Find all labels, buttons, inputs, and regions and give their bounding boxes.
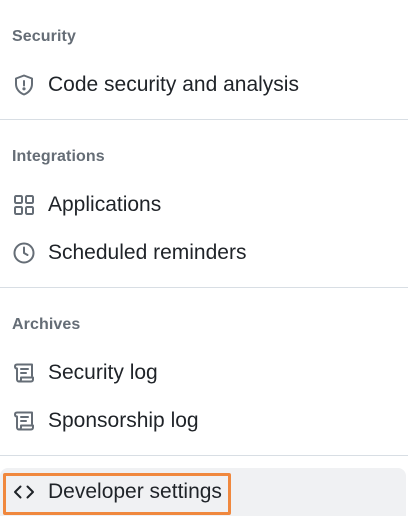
settings-sidebar: Security Code security and analysis Inte… (0, 0, 408, 516)
sidebar-item-applications[interactable]: Applications (0, 183, 408, 227)
sidebar-item-label: Security log (48, 361, 158, 384)
log-icon (11, 408, 37, 434)
sidebar-item-label: Applications (48, 193, 162, 216)
sidebar-item-sponsorship-log[interactable]: Sponsorship log (0, 399, 408, 443)
sidebar-item-scheduled-reminders[interactable]: Scheduled reminders (0, 231, 408, 275)
log-icon (11, 360, 37, 386)
highlight-box (3, 473, 231, 515)
section-heading-integrations: Integrations (12, 148, 105, 165)
section-heading-security: Security (12, 28, 76, 45)
divider (0, 287, 408, 288)
section-heading-archives: Archives (12, 316, 81, 333)
sidebar-item-label: Sponsorship log (48, 409, 199, 432)
clock-icon (11, 240, 37, 266)
sidebar-item-label: Code security and analysis (48, 73, 299, 96)
apps-grid-icon (11, 192, 37, 218)
sidebar-item-code-security[interactable]: Code security and analysis (0, 63, 408, 107)
divider (0, 455, 408, 456)
sidebar-item-security-log[interactable]: Security log (0, 351, 408, 395)
shield-icon (11, 72, 37, 98)
sidebar-item-label: Scheduled reminders (48, 241, 247, 264)
divider (0, 119, 408, 120)
